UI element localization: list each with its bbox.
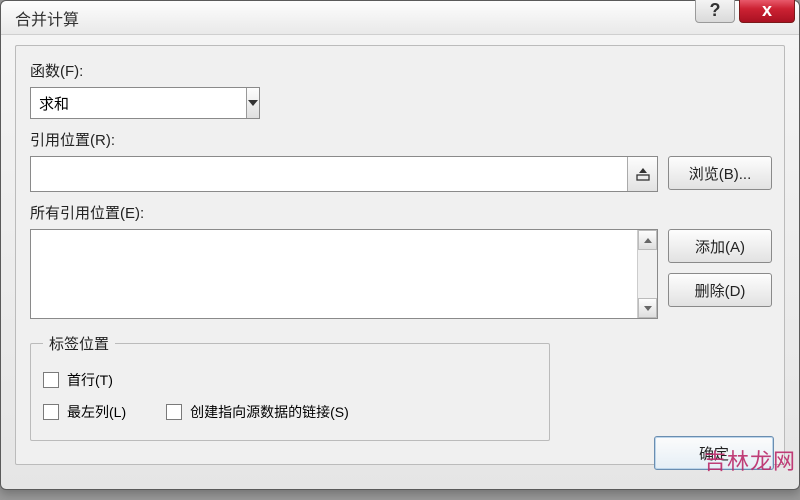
- top-row-checkbox[interactable]: [43, 372, 59, 388]
- left-column-checkbox[interactable]: [43, 404, 59, 420]
- range-select-icon: [636, 167, 650, 181]
- close-button[interactable]: x: [739, 0, 795, 23]
- function-input[interactable]: [31, 95, 246, 112]
- titlebar: 合并计算 ? x: [1, 1, 799, 35]
- group-legend: 标签位置: [43, 333, 115, 354]
- create-links-option[interactable]: 创建指向源数据的链接(S): [166, 402, 349, 422]
- all-references-label: 所有引用位置(E):: [30, 202, 772, 223]
- ok-button[interactable]: 确定: [654, 436, 774, 470]
- dialog-window: 合并计算 ? x 函数(F): 引用位置(R):: [0, 0, 800, 490]
- add-button-label: 添加(A): [695, 236, 745, 257]
- delete-button[interactable]: 删除(D): [668, 273, 772, 307]
- browse-button-label: 浏览(B)...: [689, 163, 752, 184]
- all-references-listbox[interactable]: [30, 229, 658, 319]
- reference-input[interactable]: [31, 166, 627, 183]
- function-label: 函数(F):: [30, 60, 772, 81]
- chevron-down-icon: [248, 100, 258, 106]
- reference-row: 浏览(B)...: [30, 156, 772, 192]
- all-references-area: 添加(A) 删除(D): [30, 229, 772, 319]
- top-row-option[interactable]: 首行(T): [43, 370, 537, 390]
- reference-label: 引用位置(R):: [30, 129, 772, 150]
- create-links-checkbox[interactable]: [166, 404, 182, 420]
- reference-side-buttons: 添加(A) 删除(D): [668, 229, 772, 307]
- listbox-scrollbar[interactable]: [637, 230, 657, 318]
- ok-button-label: 确定: [699, 443, 729, 464]
- chevron-up-icon: [644, 238, 652, 243]
- dialog-footer: 确定: [654, 436, 774, 470]
- scroll-up-button[interactable]: [638, 230, 657, 250]
- add-button[interactable]: 添加(A): [668, 229, 772, 263]
- reference-box: [30, 156, 658, 192]
- close-icon: x: [762, 0, 772, 21]
- help-button[interactable]: ?: [695, 0, 735, 23]
- function-dropdown-button[interactable]: [246, 88, 259, 118]
- inner-panel: 函数(F): 引用位置(R):: [15, 45, 785, 465]
- chevron-down-icon: [644, 306, 652, 311]
- delete-button-label: 删除(D): [695, 280, 746, 301]
- window-title: 合并计算: [15, 6, 79, 30]
- scroll-down-button[interactable]: [638, 298, 657, 318]
- left-column-label: 最左列(L): [67, 402, 126, 422]
- top-row-label: 首行(T): [67, 370, 113, 390]
- window-buttons: ? x: [695, 0, 795, 23]
- label-position-group: 标签位置 首行(T) 最左列(L) 创建指向源数据的链接(S): [30, 333, 550, 441]
- range-selector-button[interactable]: [627, 157, 657, 191]
- function-combobox[interactable]: [30, 87, 260, 119]
- create-links-label: 创建指向源数据的链接(S): [190, 402, 349, 422]
- help-icon: ?: [710, 0, 721, 21]
- browse-button[interactable]: 浏览(B)...: [668, 156, 772, 190]
- left-column-option[interactable]: 最左列(L): [43, 402, 126, 422]
- dialog-content: 函数(F): 引用位置(R):: [1, 35, 799, 475]
